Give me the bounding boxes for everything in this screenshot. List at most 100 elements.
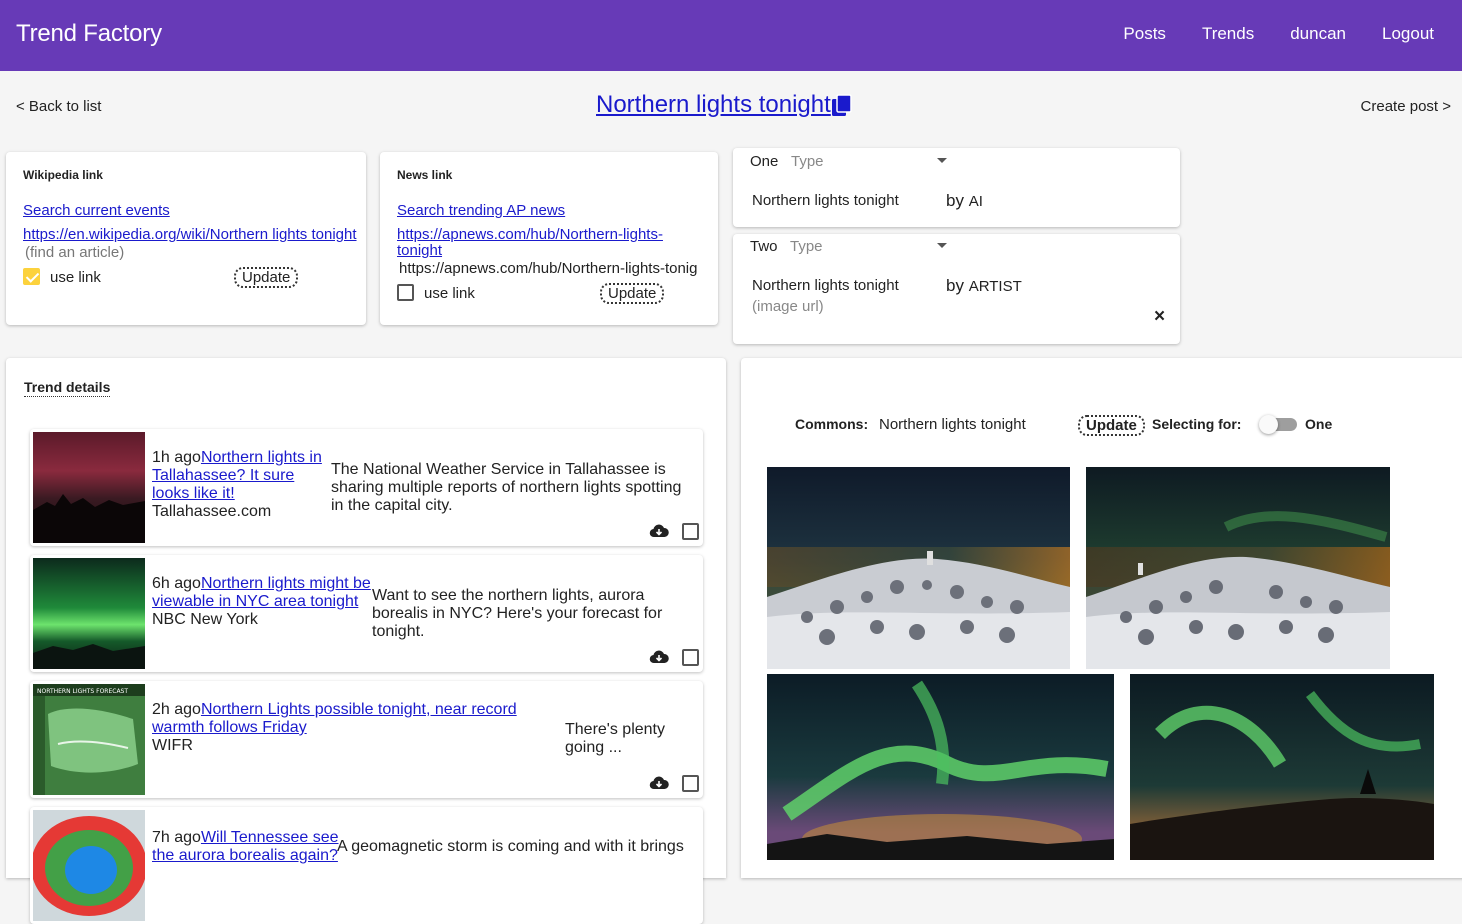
commons-photo[interactable]: [1130, 674, 1434, 860]
selecting-for-value: One: [1305, 416, 1333, 432]
trend-desc-line: in the capital city.: [331, 497, 453, 514]
trend-desc-line: Want to see the northern lights, aurora: [372, 587, 645, 604]
trend-details-heading[interactable]: Trend details: [24, 379, 111, 397]
asset-two-type-select[interactable]: Type: [790, 238, 823, 255]
trend-meta: 2h agoNorthern Lights possible tonight, …: [152, 701, 517, 755]
trend-link-cont[interactable]: warmth follows Friday: [152, 719, 307, 736]
wikipedia-use-link-label: use link: [50, 269, 101, 286]
asset-card-one: One Type Northern lights tonight by AI: [733, 148, 1180, 227]
asset-one-text[interactable]: Northern lights tonight: [752, 192, 899, 209]
page-title[interactable]: Northern lights tonight: [596, 91, 831, 119]
trend-desc-line: The National Weather Service in Tallahas…: [331, 461, 666, 478]
news-url-link-line1[interactable]: https://apnews.com/hub/Northern-lights-: [397, 226, 663, 243]
asset-card-two: Two Type Northern lights tonight (image …: [733, 234, 1180, 344]
top-nav: Posts Trends duncan Logout: [1123, 24, 1434, 44]
trend-link[interactable]: Northern lights in: [201, 449, 322, 466]
trend-age: 7h ago: [152, 829, 201, 846]
sub-header: < Back to list Northern lights tonight C…: [0, 71, 1462, 143]
copy-icon[interactable]: [831, 94, 853, 118]
asset-two-chevron-down-icon[interactable]: [937, 243, 947, 248]
trend-age: 2h ago: [152, 701, 201, 718]
wikipedia-hint: (find an article): [25, 244, 125, 261]
trend-desc-line: tonight.: [372, 623, 425, 640]
commons-photo[interactable]: [767, 467, 1070, 669]
nav-posts[interactable]: Posts: [1123, 24, 1166, 44]
asset-two-close-icon[interactable]: ×: [1154, 306, 1165, 328]
trend-age: 6h ago: [152, 575, 201, 592]
news-use-link-checkbox[interactable]: [397, 284, 414, 301]
app-bar: Trend Factory Posts Trends duncan Logout: [0, 0, 1462, 71]
news-card: News link Search trending AP news https:…: [380, 152, 718, 325]
trend-source: WIFR: [152, 737, 193, 754]
asset-two-by: by ARTIST: [946, 276, 1022, 296]
trend-link-cont[interactable]: looks like it!: [152, 485, 235, 502]
create-post-link[interactable]: Create post >: [1361, 98, 1451, 115]
asset-one-chevron-down-icon[interactable]: [937, 158, 947, 163]
commons-query[interactable]: Northern lights tonight: [879, 416, 1026, 433]
trend-item: 1h agoNorthern lights in Tallahassee? It…: [30, 429, 703, 546]
trend-thumbnail[interactable]: [33, 558, 145, 669]
news-use-link-label: use link: [424, 285, 475, 302]
trend-desc-line: sharing multiple reports of northern lig…: [331, 479, 682, 496]
trend-link-cont[interactable]: Tallahassee? It sure: [152, 467, 294, 484]
trend-select-checkbox[interactable]: [682, 649, 699, 666]
trend-link-cont[interactable]: the aurora borealis again?: [152, 847, 338, 864]
asset-two-author[interactable]: ARTIST: [969, 278, 1022, 295]
asset-one-type-select[interactable]: Type: [791, 153, 824, 170]
forecast-map-label: NORTHERN LIGHTS FORECAST: [37, 688, 128, 695]
commons-label: Commons:: [795, 416, 869, 432]
asset-one-by-word: by: [946, 191, 964, 210]
trend-link[interactable]: Will Tennessee see: [201, 829, 339, 846]
commons-photo[interactable]: [1086, 467, 1390, 669]
cloud-download-icon[interactable]: [649, 650, 669, 664]
trend-desc-line: going ...: [565, 739, 622, 756]
trend-meta: 6h agoNorthern lights might be viewable …: [152, 575, 371, 629]
trend-desc-line: There's plenty: [565, 721, 665, 738]
back-to-list-link[interactable]: < Back to list: [16, 98, 101, 115]
wikipedia-heading: Wikipedia link: [23, 168, 103, 182]
trend-item: 6h agoNorthern lights might be viewable …: [30, 555, 703, 672]
asset-two-text[interactable]: Northern lights tonight: [752, 277, 899, 294]
app-title[interactable]: Trend Factory: [16, 20, 162, 48]
news-heading: News link: [397, 168, 453, 182]
trend-meta: 1h agoNorthern lights in Tallahassee? It…: [152, 449, 322, 521]
trend-desc-line: borealis in NYC? Here's your forecast fo…: [372, 605, 663, 622]
trend-thumbnail[interactable]: [33, 432, 145, 543]
trend-desc-line: A geomagnetic storm is coming and with i…: [337, 838, 684, 855]
trend-link[interactable]: Northern Lights possible tonight, near r…: [201, 701, 517, 718]
trend-select-checkbox[interactable]: [682, 523, 699, 540]
trend-link[interactable]: Northern lights might be: [201, 575, 371, 592]
news-update-button[interactable]: Update: [600, 283, 665, 304]
commons-photo[interactable]: [767, 674, 1114, 860]
asset-two-sub: (image url): [752, 298, 824, 315]
trend-select-checkbox[interactable]: [682, 775, 699, 792]
wikipedia-card: Wikipedia link Search current events htt…: [6, 152, 366, 325]
trend-link-cont[interactable]: viewable in NYC area tonight: [152, 593, 358, 610]
nav-user[interactable]: duncan: [1290, 24, 1346, 44]
search-ap-news-link[interactable]: Search trending AP news: [397, 202, 565, 219]
news-url-input[interactable]: https://apnews.com/hub/Northern-lights-t…: [399, 260, 704, 277]
trend-item: NORTHERN LIGHTS FORECAST 2h agoNorthern …: [30, 681, 703, 798]
nav-trends[interactable]: Trends: [1202, 24, 1254, 44]
trend-description: A geomagnetic storm is coming and with i…: [337, 838, 684, 856]
wikipedia-url-link[interactable]: https://en.wikipedia.org/wiki/Northern l…: [23, 226, 357, 243]
wikipedia-update-button[interactable]: Update: [234, 267, 299, 288]
trend-description: Want to see the northern lights, aurora …: [372, 587, 662, 641]
asset-two-slot: Two: [750, 238, 778, 255]
nav-logout[interactable]: Logout: [1382, 24, 1434, 44]
cloud-download-icon[interactable]: [649, 776, 669, 790]
news-url-link-line2[interactable]: tonight: [397, 242, 442, 259]
selecting-for-label: Selecting for:: [1152, 416, 1242, 432]
selecting-toggle[interactable]: [1259, 415, 1299, 434]
trend-source: NBC New York: [152, 611, 258, 628]
trend-thumbnail[interactable]: NORTHERN LIGHTS FORECAST: [33, 684, 145, 795]
asset-two-by-word: by: [946, 276, 964, 295]
trend-thumbnail[interactable]: [33, 810, 145, 921]
commons-update-button[interactable]: Update: [1078, 415, 1145, 436]
search-current-events-link[interactable]: Search current events: [23, 202, 170, 219]
cloud-download-icon[interactable]: [649, 524, 669, 538]
wikipedia-use-link-checkbox[interactable]: [23, 268, 40, 285]
trend-age: 1h ago: [152, 449, 201, 466]
asset-one-author[interactable]: AI: [969, 193, 983, 210]
asset-one-by: by AI: [946, 191, 983, 211]
